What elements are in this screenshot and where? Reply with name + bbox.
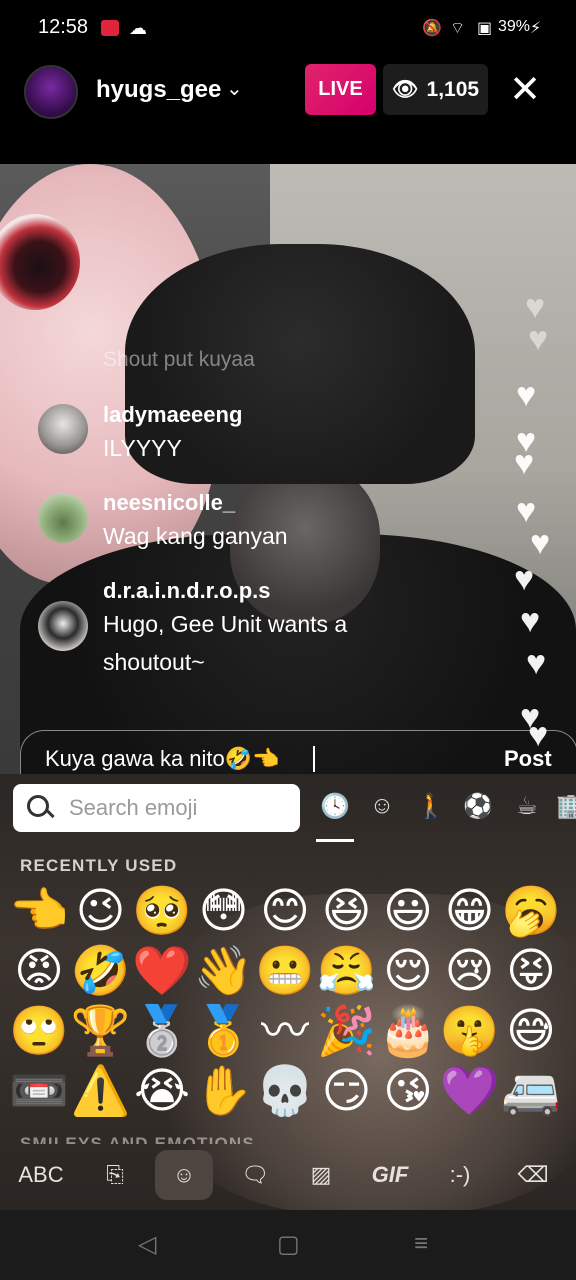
category-active-indicator bbox=[316, 839, 354, 842]
bitmoji-icon[interactable]: ▨ bbox=[300, 1150, 342, 1200]
heart-icon: ♥ bbox=[528, 320, 549, 358]
emoticon-button[interactable]: :-) bbox=[436, 1150, 484, 1200]
activities-icon[interactable]: ⚽ bbox=[463, 792, 493, 824]
comment-username[interactable]: d.r.a.i.n.d.r.o.p.s bbox=[103, 578, 270, 604]
chevron-down-icon[interactable]: ⌄ bbox=[226, 76, 243, 101]
viewer-count-pill[interactable]: 👁 1,105 bbox=[383, 64, 488, 115]
emoji-key[interactable]: 😬 bbox=[254, 940, 316, 1002]
status-time: 12:58 bbox=[38, 16, 89, 38]
emoji-key[interactable]: 😊 bbox=[254, 880, 316, 942]
emoji-key[interactable]: 🏆 bbox=[70, 1000, 132, 1062]
cloud-icon: ☁ bbox=[129, 18, 147, 38]
people-icon[interactable]: 🚶 bbox=[416, 792, 446, 824]
backspace-icon[interactable]: ⌫ bbox=[510, 1150, 556, 1200]
eye-icon: 👁 bbox=[391, 77, 419, 101]
emoji-key[interactable]: 😁 bbox=[439, 880, 501, 942]
comment-faded: Shout put kuyaa bbox=[103, 348, 255, 371]
emoji-key[interactable]: 🎉 bbox=[316, 1000, 378, 1062]
heart-icon: ♥ bbox=[514, 560, 535, 598]
comment-input-value[interactable]: Kuya gawa ka nito🤣👈 bbox=[45, 746, 280, 772]
heart-icon: ♥ bbox=[530, 524, 551, 562]
heart-icon: ♥ bbox=[514, 444, 535, 482]
search-icon bbox=[25, 793, 55, 823]
text-cursor bbox=[313, 746, 315, 772]
emoji-key[interactable]: 😡 bbox=[8, 940, 70, 1002]
heart-icon: ♥ bbox=[520, 602, 541, 640]
emoji-key[interactable]: 📼 bbox=[8, 1060, 70, 1122]
emoji-key[interactable]: 🤫 bbox=[439, 1000, 501, 1062]
back-icon[interactable]: ◁ bbox=[138, 1230, 156, 1259]
emoji-key[interactable]: 😭 bbox=[131, 1060, 193, 1122]
sim-icon: ▣ bbox=[477, 20, 493, 37]
emoji-key[interactable]: 🚐 bbox=[500, 1060, 562, 1122]
recently-used-label: RECENTLY USED bbox=[20, 856, 178, 875]
live-header bbox=[0, 58, 576, 164]
emoji-key[interactable]: 🤣 bbox=[70, 940, 132, 1002]
comment-username[interactable]: ladymaeeeng bbox=[103, 402, 242, 428]
emoji-key[interactable]: 😃 bbox=[377, 880, 439, 942]
comment-username[interactable]: neesnicolle_ bbox=[103, 490, 235, 516]
post-button[interactable]: Post bbox=[504, 746, 552, 772]
clipboard-icon[interactable]: ⎘ bbox=[94, 1150, 136, 1200]
emoji-key[interactable]: 🙄 bbox=[8, 1000, 70, 1062]
emoji-key[interactable]: 👋 bbox=[193, 940, 255, 1002]
emoji-key[interactable]: 🥺 bbox=[131, 880, 193, 942]
emoji-key[interactable]: 😆 bbox=[316, 880, 378, 942]
comment-avatar[interactable] bbox=[38, 404, 88, 454]
objects-icon[interactable]: 🏢 bbox=[556, 792, 576, 824]
emoji-key[interactable]: 😏 bbox=[316, 1060, 378, 1122]
comment-text: ILYYYY bbox=[103, 435, 182, 461]
abc-button[interactable]: ABC bbox=[10, 1150, 72, 1200]
emoji-key[interactable]: ✋ bbox=[193, 1060, 255, 1122]
emoji-key[interactable]: 😘 bbox=[377, 1060, 439, 1122]
emoji-search-placeholder: Search emoji bbox=[69, 795, 198, 820]
emoji-key[interactable]: 😉 bbox=[70, 880, 132, 942]
emoji-key[interactable]: 🥇 bbox=[193, 1000, 255, 1062]
section-label-peek: SMILEYS AND EMOTIONS bbox=[20, 1134, 255, 1144]
emoji-tab-icon[interactable]: ☺ bbox=[155, 1150, 213, 1200]
mute-icon: 🔕 bbox=[422, 20, 442, 37]
heart-icon: ♥ bbox=[516, 492, 537, 530]
recents-icon[interactable]: ≡ bbox=[414, 1230, 428, 1258]
emoji-key[interactable]: ❤️ bbox=[131, 940, 193, 1002]
heart-icon: ♥ bbox=[526, 644, 547, 682]
live-badge: LIVE bbox=[305, 64, 376, 115]
comment-text: Wag kang ganyan bbox=[103, 523, 288, 549]
emoji-key[interactable]: 😢 bbox=[439, 940, 501, 1002]
emoji-key[interactable]: 😌 bbox=[377, 940, 439, 1002]
emoji-key[interactable]: 🎂 bbox=[377, 1000, 439, 1062]
emoji-key[interactable]: 💀 bbox=[254, 1060, 316, 1122]
comment-avatar[interactable] bbox=[38, 601, 88, 651]
smileys-icon[interactable]: ☺ bbox=[367, 792, 397, 824]
host-avatar[interactable] bbox=[24, 65, 78, 119]
comment-avatar[interactable] bbox=[38, 493, 88, 543]
emoji-key[interactable]: ⚠️ bbox=[70, 1060, 132, 1122]
recent-icon[interactable]: 🕓 bbox=[320, 792, 350, 824]
screen-record-icon bbox=[101, 20, 119, 36]
emoji-key[interactable]: 〰 bbox=[254, 1000, 316, 1062]
live-video bbox=[0, 164, 576, 774]
emoji-search-field[interactable]: Search emoji bbox=[13, 784, 300, 832]
emoji-key[interactable]: 🥈 bbox=[131, 1000, 193, 1062]
comment-text: Hugo, Gee Unit wants a shoutout~ bbox=[103, 611, 348, 675]
host-username[interactable]: hyugs_gee bbox=[96, 76, 221, 104]
heart-icon: ♥ bbox=[525, 288, 546, 326]
battery-icon: ⚡ bbox=[530, 20, 542, 37]
battery-text: 39% bbox=[498, 18, 531, 35]
close-button[interactable]: ✕ bbox=[505, 66, 545, 114]
emoji-key[interactable]: 🥱 bbox=[500, 880, 562, 942]
emoji-key[interactable]: 😅 bbox=[500, 1000, 562, 1062]
emoji-key[interactable]: 👈 bbox=[8, 880, 70, 942]
heart-icon: ♥ bbox=[516, 376, 537, 414]
emoji-key[interactable]: 💜 bbox=[439, 1060, 501, 1122]
gif-button[interactable]: GIF bbox=[364, 1150, 416, 1200]
food-icon[interactable]: ☕ bbox=[512, 792, 542, 824]
wifi-icon: ⌔ bbox=[450, 20, 466, 37]
sticker-icon[interactable]: 🗨 bbox=[234, 1150, 276, 1200]
home-icon[interactable]: ▢ bbox=[277, 1230, 300, 1259]
emoji-key[interactable]: 😤 bbox=[316, 940, 378, 1002]
viewer-count: 1,105 bbox=[426, 77, 480, 101]
emoji-key[interactable]: 😳 bbox=[193, 880, 255, 942]
emoji-key[interactable]: 😝 bbox=[500, 940, 562, 1002]
